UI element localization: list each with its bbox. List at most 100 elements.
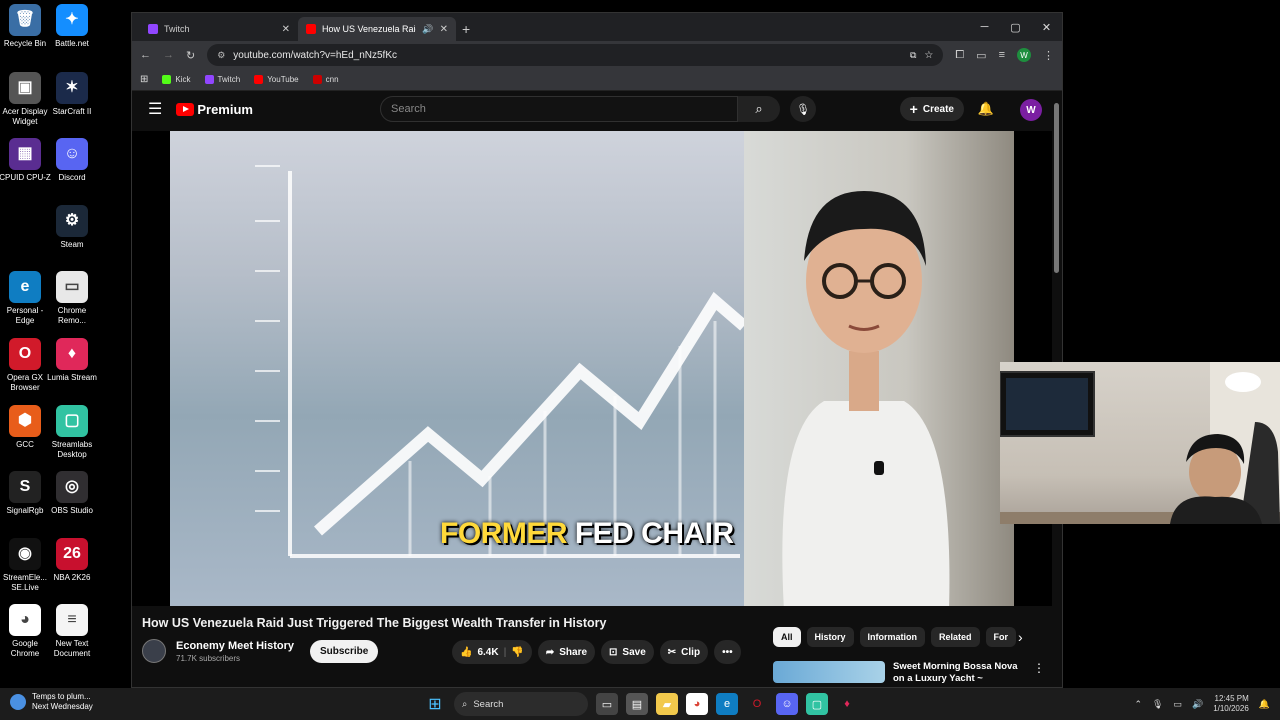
volume-icon[interactable]: 🔊 [1192, 699, 1203, 710]
chip-related[interactable]: Related [931, 627, 980, 647]
speaker-icon[interactable]: 🔊 [422, 24, 433, 35]
desktop-icon-label: Streamlabs Desktop [51, 440, 93, 459]
youtube-header: ☰ Premium Search ⌕ 🎙 + Create 🔔 W [132, 91, 1062, 127]
more-vert-icon[interactable]: ⋮ [1033, 661, 1045, 685]
minimize-icon[interactable]: ─ [969, 13, 1000, 41]
app-icon: 26 [56, 538, 88, 570]
subscriber-count: 71.7K subscribers [176, 653, 241, 663]
streamlabs-icon[interactable]: ▢ [806, 693, 828, 715]
desktop-icon-new-text-document[interactable]: ≡ New Text Document [44, 604, 100, 659]
network-icon[interactable]: ▭ [1173, 699, 1182, 710]
file-explorer-icon[interactable]: ▰ [656, 693, 678, 715]
url-text[interactable]: youtube.com/watch?v=hEd_nNz5fKc [233, 50, 397, 61]
desktop-icon-battle-net[interactable]: ✦ Battle.net [44, 4, 100, 49]
menu-kebab-icon[interactable]: ⋮ [1043, 49, 1054, 62]
profile-avatar[interactable]: W [1017, 48, 1031, 62]
thumbs-up-icon[interactable]: 👍 [460, 647, 472, 658]
new-tab-button[interactable]: + [462, 21, 470, 37]
edge-icon[interactable]: e [716, 693, 738, 715]
discord-icon[interactable]: ☺ [776, 693, 798, 715]
thumbs-down-icon[interactable]: 👎 [511, 647, 523, 658]
close-window-icon[interactable]: ✕ [1031, 13, 1062, 41]
mic-tray-icon[interactable]: 🎙 [1152, 699, 1163, 710]
desktop-icon-lumia-stream[interactable]: ♦ Lumia Stream [44, 338, 100, 383]
apps-grid-icon[interactable]: ⊞ [140, 74, 148, 85]
bookmark-youtube[interactable]: YouTube [254, 75, 299, 84]
like-dislike-group: 👍 6.4K | 👎 [452, 640, 532, 664]
chevron-right-icon[interactable]: › [1018, 629, 1023, 645]
bookmark-twitch[interactable]: Twitch [204, 75, 240, 84]
task-view-icon[interactable]: ▭ [596, 693, 618, 715]
voice-search-button[interactable]: 🎙 [790, 96, 816, 122]
channel-avatar[interactable] [142, 639, 166, 663]
tab-twitch[interactable]: Twitch ✕ [140, 17, 298, 41]
create-button[interactable]: + Create [899, 97, 964, 121]
youtube-favicon-icon [306, 24, 316, 34]
desktop-icon-steam[interactable]: ⚙ Steam [44, 205, 100, 250]
desktop-icon-starcraft-ii[interactable]: ✶ StarCraft II [44, 72, 100, 117]
subscribe-button[interactable]: Subscribe [309, 639, 379, 663]
clock[interactable]: 12:45 PM 1/10/2026 [1213, 694, 1249, 714]
opera-gx-icon[interactable]: O [746, 693, 768, 715]
tab-youtube[interactable]: How US Venezuela Raid Just 🔊 ✕ [298, 17, 456, 41]
account-avatar[interactable]: W [1020, 99, 1042, 121]
taskbar-search[interactable]: ⌕ Search [454, 692, 588, 716]
address-bar[interactable]: ⚙ youtube.com/watch?v=hEd_nNz5fKc ⧉ ☆ [207, 44, 944, 66]
more-actions-button[interactable]: ••• [714, 640, 741, 664]
app-icon: ☺ [56, 138, 88, 170]
widgets-icon[interactable]: ▤ [626, 693, 648, 715]
bookmark-star-icon[interactable]: ☆ [924, 50, 933, 61]
save-button[interactable]: ⊡ Save [601, 640, 654, 664]
notifications-icon[interactable]: 🔔 [1259, 699, 1270, 710]
desktop-icon-discord[interactable]: ☺ Discord [44, 138, 100, 183]
app-icon: e [9, 271, 41, 303]
share-button[interactable]: ➦ Share [537, 640, 596, 664]
bookmark-icon: ⊡ [609, 646, 618, 658]
chip-history[interactable]: History [806, 627, 854, 647]
notifications-bell-icon[interactable]: 🔔 [978, 101, 994, 117]
cnn-icon [312, 75, 322, 84]
close-tab-icon[interactable]: ✕ [282, 24, 290, 35]
windows-start-icon[interactable]: ⊞ [424, 693, 446, 715]
app-icon: ♦ [56, 338, 88, 370]
chip-all[interactable]: All [773, 627, 801, 647]
cast-icon[interactable]: ⧉ [910, 50, 916, 61]
presenter-figure [782, 191, 950, 606]
hamburger-menu-icon[interactable]: ☰ [148, 99, 162, 119]
app-icon: ✦ [56, 4, 88, 36]
channel-name[interactable]: Econemy Meet History [176, 640, 294, 652]
sidepanel-icon[interactable]: ▭ [976, 49, 986, 62]
search-button[interactable]: ⌕ [738, 96, 780, 122]
chevron-up-icon[interactable]: ⌃ [1134, 699, 1142, 710]
recommended-title[interactable]: Sweet Morning Bossa Nova on a Luxury Yac… [893, 661, 1025, 685]
chrome-icon[interactable]: ◕ [686, 693, 708, 715]
like-count[interactable]: 6.4K [477, 647, 498, 658]
extensions-icon[interactable]: ⧠ [955, 49, 964, 62]
app-icon: ≡ [56, 604, 88, 636]
search-input[interactable]: Search [380, 96, 738, 122]
video-player[interactable]: FORMER FED CHAIR [132, 131, 1052, 606]
media-icon[interactable]: ≡ [999, 49, 1005, 61]
recommended-video[interactable]: Sweet Morning Bossa Nova on a Luxury Yac… [773, 661, 1045, 685]
maximize-icon[interactable]: ▢ [1000, 13, 1031, 41]
bookmark-cnn[interactable]: cnn [312, 75, 339, 84]
chip-for-you[interactable]: For [985, 627, 1017, 647]
reload-icon[interactable]: ↻ [186, 49, 195, 62]
desktop-icon-chrome-remo[interactable]: ▭ Chrome Remo... [44, 271, 100, 326]
close-tab-icon[interactable]: ✕ [440, 24, 448, 35]
back-icon[interactable]: ← [140, 49, 151, 61]
bookmark-kick[interactable]: Kick [162, 75, 191, 84]
desktop-icon-label: New Text Document [53, 639, 91, 658]
clip-button[interactable]: ✂ Clip [659, 640, 709, 664]
recommended-thumbnail[interactable] [773, 661, 885, 683]
youtube-logo[interactable]: Premium [176, 102, 253, 117]
site-info-icon[interactable]: ⚙ [217, 50, 225, 61]
desktop-icon-streamlabs-desktop[interactable]: ▢ Streamlabs Desktop [44, 405, 100, 460]
desktop-icon-obs-studio[interactable]: ◎ OBS Studio [44, 471, 100, 516]
twitch-icon [204, 75, 214, 84]
lumia-icon[interactable]: ♦ [836, 693, 858, 715]
chip-information[interactable]: Information [859, 627, 926, 647]
weather-widget[interactable]: Temps to plum... Next Wednesday [10, 692, 93, 712]
forward-icon[interactable]: → [163, 49, 174, 61]
desktop-icon-nba-2k26[interactable]: 26 NBA 2K26 [44, 538, 100, 583]
